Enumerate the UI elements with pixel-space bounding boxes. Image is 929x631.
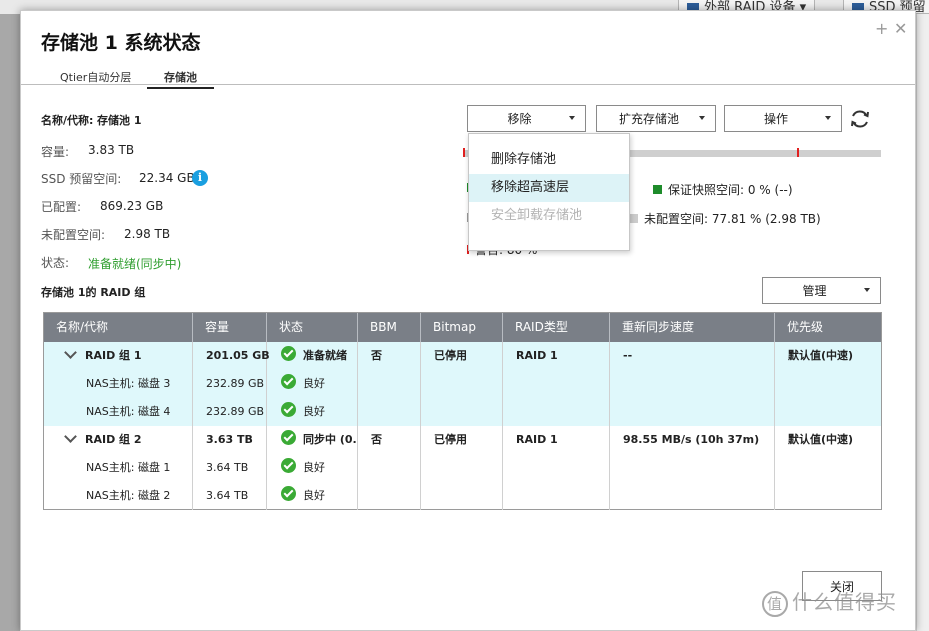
chevron-down-icon bbox=[699, 116, 705, 120]
name-value: 存储池 1 bbox=[97, 114, 142, 127]
maximize-icon[interactable]: + bbox=[875, 19, 888, 38]
cell-status: 准备就绪 bbox=[303, 349, 347, 362]
remove-button[interactable]: 移除 bbox=[467, 105, 586, 132]
cell-priority: 默认值(中速) bbox=[788, 349, 854, 362]
cell-name: NAS主机: 磁盘 2 bbox=[86, 489, 171, 502]
table-row-disk[interactable]: NAS主机: 磁盘 3 232.89 GB 良好 bbox=[44, 370, 881, 398]
status-value: 准备就绪(同步中) bbox=[88, 257, 182, 271]
col-header-status[interactable]: 状态 bbox=[267, 313, 358, 342]
legend-snapshot-swatch bbox=[653, 185, 662, 194]
cell-capacity: 232.89 GB bbox=[206, 405, 265, 418]
chevron-down-icon[interactable] bbox=[64, 430, 77, 443]
table-header: 名称/代称 容量 状态 BBM Bitmap RAID类型 重新同步速度 优先级 bbox=[44, 313, 881, 342]
legend-unallocated: 未配置空间: 77.81 % (2.98 TB) bbox=[629, 210, 821, 227]
check-circle-icon bbox=[281, 458, 296, 473]
usage-tick-start bbox=[463, 148, 465, 157]
dialog-title: 存储池 1 系统状态 bbox=[41, 32, 201, 54]
menu-item-safely-detach-pool: 安全卸载存储池 bbox=[491, 208, 583, 223]
cell-resync-speed: -- bbox=[623, 349, 633, 362]
cell-name: RAID 组 2 bbox=[85, 433, 142, 446]
warning-threshold-marker bbox=[797, 148, 799, 157]
col-header-bitmap[interactable]: Bitmap bbox=[421, 313, 503, 342]
col-header-raid-type[interactable]: RAID类型 bbox=[503, 313, 610, 342]
check-circle-icon bbox=[281, 430, 296, 445]
chevron-down-icon bbox=[825, 116, 831, 120]
remove-dropdown-menu: 删除存储池 移除超高速层 安全卸载存储池 bbox=[468, 133, 630, 251]
raid-section-title: 存储池 1的 RAID 组 bbox=[41, 286, 146, 299]
col-header-resync-speed[interactable]: 重新同步速度 bbox=[610, 313, 775, 342]
cell-bitmap: 已停用 bbox=[434, 349, 467, 362]
close-icon[interactable]: ✕ bbox=[894, 19, 907, 38]
table-row-disk[interactable]: NAS主机: 磁盘 1 3.64 TB 良好 bbox=[44, 454, 881, 482]
legend-snapshot: 保证快照空间: 0 % (--) bbox=[653, 181, 793, 198]
status-label: 状态: bbox=[41, 256, 70, 270]
ssd-reserved-label: SSD 预留空间: bbox=[41, 172, 122, 186]
background-scrollbar[interactable] bbox=[916, 14, 929, 631]
unallocated-label: 未配置空间: bbox=[41, 228, 106, 242]
col-header-priority[interactable]: 优先级 bbox=[775, 313, 881, 342]
unallocated-value: 2.98 TB bbox=[124, 227, 171, 241]
table-row-disk[interactable]: NAS主机: 磁盘 2 3.64 TB 良好 bbox=[44, 482, 881, 510]
cell-name: NAS主机: 磁盘 1 bbox=[86, 461, 171, 474]
cell-bbm: 否 bbox=[371, 433, 382, 446]
cell-priority: 默认值(中速) bbox=[788, 433, 854, 446]
col-header-name[interactable]: 名称/代称 bbox=[44, 313, 193, 342]
manage-button[interactable]: 管理 bbox=[762, 277, 881, 304]
chevron-down-icon bbox=[569, 116, 575, 120]
cell-status: 良好 bbox=[303, 405, 325, 418]
cell-capacity: 201.05 GB bbox=[206, 349, 270, 362]
check-circle-icon bbox=[281, 346, 296, 361]
col-header-capacity[interactable]: 容量 bbox=[193, 313, 267, 342]
chevron-down-icon[interactable] bbox=[64, 346, 77, 359]
allocated-label: 已配置: bbox=[41, 200, 82, 214]
info-icon[interactable]: i bbox=[192, 170, 208, 186]
cell-capacity: 232.89 GB bbox=[206, 377, 265, 390]
watermark: 值什么值得买 bbox=[762, 586, 897, 617]
tab-qtier[interactable]: Qtier自动分层 bbox=[60, 69, 131, 85]
check-circle-icon bbox=[281, 374, 296, 389]
cell-bbm: 否 bbox=[371, 349, 382, 362]
menu-item-remove-cache-tier[interactable]: 移除超高速层 bbox=[469, 174, 629, 202]
table-row-raid-group-2[interactable]: RAID 组 2 3.63 TB 同步中 (0.9 否 已停用 RAID 1 9… bbox=[44, 426, 881, 454]
cell-status: 良好 bbox=[303, 489, 325, 502]
refresh-icon[interactable] bbox=[849, 108, 871, 130]
ssd-reserved-value: 22.34 GB bbox=[139, 171, 195, 185]
chevron-down-icon bbox=[864, 288, 870, 292]
capacity-value: 3.83 TB bbox=[88, 143, 135, 157]
action-button[interactable]: 操作 bbox=[724, 105, 842, 132]
capacity-label: 容量: bbox=[41, 145, 70, 159]
cell-status: 良好 bbox=[303, 461, 325, 474]
background-panel bbox=[0, 14, 20, 631]
expand-pool-button[interactable]: 扩充存储池 bbox=[596, 105, 716, 132]
cell-capacity: 3.63 TB bbox=[206, 433, 253, 446]
table-row-disk[interactable]: NAS主机: 磁盘 4 232.89 GB 良好 bbox=[44, 398, 881, 426]
cell-name: NAS主机: 磁盘 4 bbox=[86, 405, 171, 418]
cell-name: NAS主机: 磁盘 3 bbox=[86, 377, 171, 390]
watermark-logo-icon: 值 bbox=[762, 590, 788, 617]
table-row-raid-group-1[interactable]: RAID 组 1 201.05 GB 准备就绪 否 已停用 RAID 1 -- … bbox=[44, 342, 881, 370]
allocated-value: 869.23 GB bbox=[100, 199, 164, 213]
cell-resync-speed: 98.55 MB/s (10h 37m) bbox=[623, 433, 760, 446]
cell-capacity: 3.64 TB bbox=[206, 461, 249, 474]
cell-bitmap: 已停用 bbox=[434, 433, 467, 446]
tab-storage-pool[interactable]: 存储池 bbox=[147, 69, 214, 89]
legend-unallocated-swatch bbox=[629, 214, 638, 223]
menu-item-delete-pool[interactable]: 删除存储池 bbox=[469, 146, 629, 174]
cell-status: 同步中 (0.9 bbox=[303, 433, 357, 446]
cell-raid-type: RAID 1 bbox=[516, 349, 558, 362]
cell-capacity: 3.64 TB bbox=[206, 489, 249, 502]
cell-raid-type: RAID 1 bbox=[516, 433, 558, 446]
col-header-bbm[interactable]: BBM bbox=[358, 313, 421, 342]
storage-pool-status-dialog: 存储池 1 系统状态 + ✕ Qtier自动分层 存储池 名称/代称: 存储池 … bbox=[20, 10, 916, 631]
cell-name: RAID 组 1 bbox=[85, 349, 142, 362]
raid-group-table: 名称/代称 容量 状态 BBM Bitmap RAID类型 重新同步速度 优先级… bbox=[43, 312, 882, 510]
check-circle-icon bbox=[281, 402, 296, 417]
tab-bar: Qtier自动分层 存储池 bbox=[21, 67, 915, 89]
cell-status: 良好 bbox=[303, 377, 325, 390]
name-label: 名称/代称: bbox=[41, 114, 94, 127]
check-circle-icon bbox=[281, 486, 296, 501]
